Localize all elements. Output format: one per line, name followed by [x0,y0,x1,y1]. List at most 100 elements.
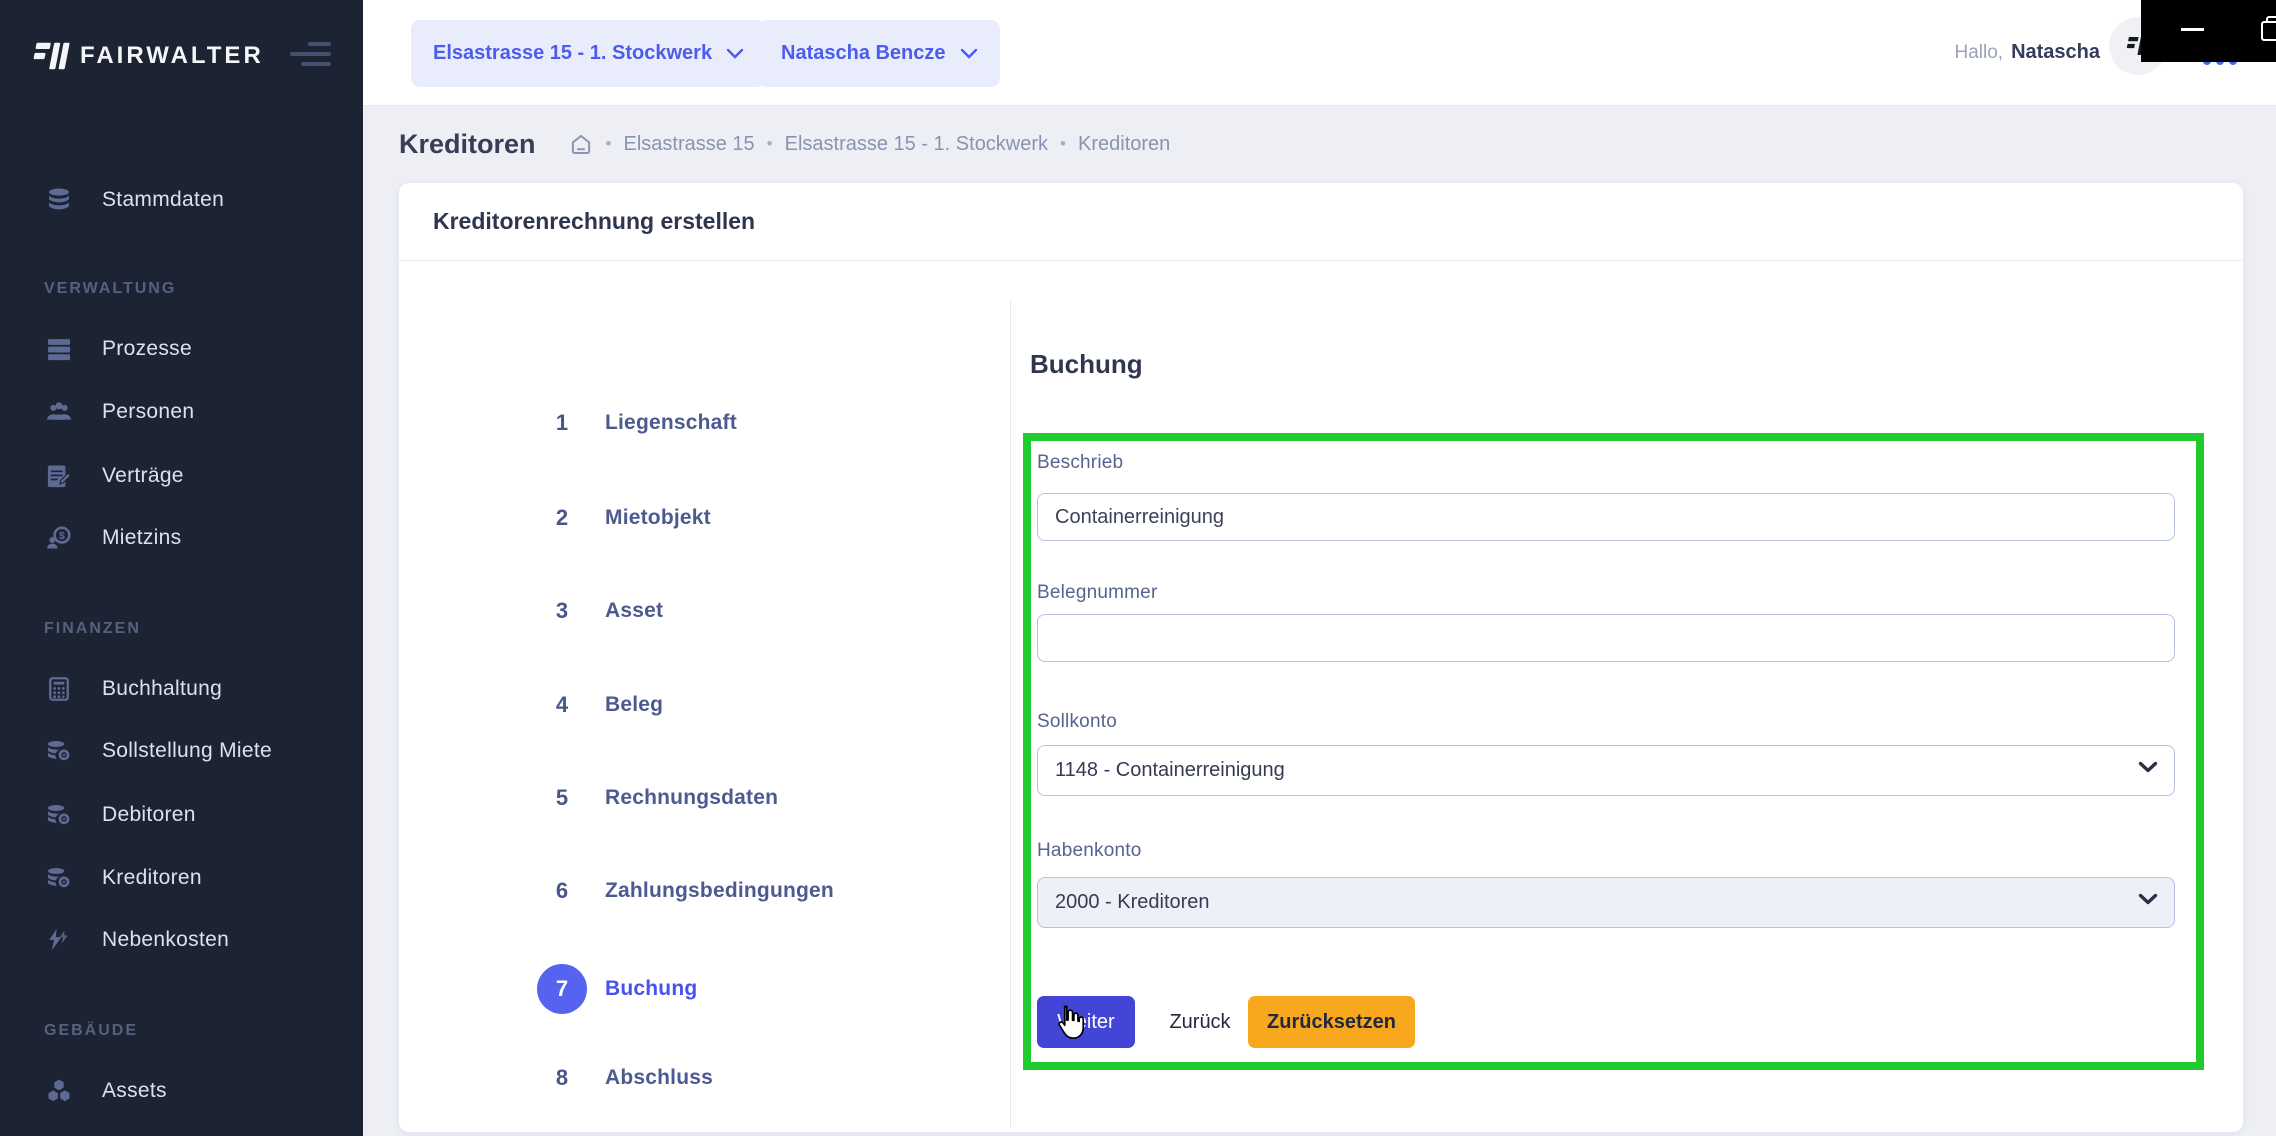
breadcrumb-separator: • [605,134,612,153]
sidebar-item-prozesse[interactable]: Prozesse [0,330,363,368]
fairwalter-logo-icon [33,42,70,70]
breadcrumb: Kreditoren • Elsastrasse 15 • Elsastrass… [399,118,1170,170]
copy-window-icon[interactable] [2260,16,2276,42]
sidebar-item-label: Assets [102,1079,167,1102]
bolt-icon [49,928,68,951]
card-header: Kreditorenrechnung erstellen [399,183,2243,261]
habenkonto-label: Habenkonto [1037,840,1142,861]
sidebar-item-label: Nebenkosten [102,928,230,951]
sidebar-item-vertraege[interactable]: Verträge [0,457,363,495]
step-number: 8 [555,1065,569,1090]
step-2-mietobjekt[interactable]: 2 Mietobjekt [537,505,711,531]
svg-text:$: $ [59,530,65,542]
habenkonto-select[interactable]: 2000 - Kreditoren [1037,877,2175,928]
sidebar-collapse-icon[interactable] [290,42,331,68]
database-icon [49,188,69,210]
sidebar-item-nebenkosten[interactable]: Nebenkosten [0,921,363,959]
step-label: Zahlungsbedingungen [605,879,834,902]
step-number: 7 [537,964,587,1014]
sidebar-item-label: Verträge [102,464,184,487]
sidebar-item-label: Kreditoren [102,866,202,889]
step-5-rechnungsdaten[interactable]: 5 Rechnungsdaten [537,785,778,811]
contract-icon [47,465,72,488]
step-8-abschluss[interactable]: 8 Abschluss [537,1065,713,1091]
form-heading: Buchung [1030,349,1143,379]
sollkonto-select[interactable]: 1148 - Containerreinigung [1037,745,2175,796]
step-label: Buchung [605,977,698,1000]
beschrieb-input[interactable] [1037,493,2175,541]
zuruecksetzen-button[interactable]: Zurücksetzen [1248,996,1415,1048]
chevron-down-icon [2138,893,2158,905]
breadcrumb-link[interactable]: Kreditoren [1078,133,1170,156]
coins-icon [47,867,70,888]
breadcrumb-separator: • [766,134,773,153]
rent-coin-icon: $ [47,526,71,549]
step-7-buchung[interactable]: 7 Buchung [537,964,697,1014]
step-6-zahlungsbedingungen[interactable]: 6 Zahlungsbedingungen [537,878,834,904]
step-label: Liegenschaft [605,411,737,434]
step-number: 5 [555,785,569,810]
greeting: Hallo, Natascha [1954,0,2100,105]
minimize-icon[interactable] [2181,28,2204,31]
app-window: FAIRWALTER Stammdaten VERWALTUNG Prozess… [0,0,2276,1136]
step-label: Beleg [605,693,664,716]
sidebar-section-verwaltung: VERWALTUNG [44,280,177,297]
sidebar-section-finanzen: FINANZEN [44,620,141,637]
chevron-down-icon [960,48,977,59]
property-selector-label: Elsastrasse 15 - 1. Stockwerk [433,42,713,64]
weiter-button[interactable]: Weiter [1037,996,1135,1048]
step-3-asset[interactable]: 3 Asset [537,598,663,624]
page-title: Kreditoren [399,128,536,159]
chevron-down-icon [726,48,744,59]
step-label: Abschluss [605,1066,713,1089]
sidebar-item-debitoren[interactable]: Debitoren [0,796,363,834]
sidebar-item-stammdaten[interactable]: Stammdaten [0,181,363,219]
habenkonto-value: 2000 - Kreditoren [1055,891,1210,913]
step-1-liegenschaft[interactable]: 1 Liegenschaft [537,410,737,436]
coins-icon [47,804,70,825]
people-icon [47,402,71,420]
sidebar-item-buchhaltung[interactable]: Buchhaltung [0,670,363,708]
sollkonto-value: 1148 - Containerreinigung [1055,759,1285,781]
step-4-beleg[interactable]: 4 Beleg [537,692,663,718]
property-selector-dropdown[interactable]: Elsastrasse 15 - 1. Stockwerk [411,20,767,87]
sidebar-item-sollstellung-miete[interactable]: Sollstellung Miete [0,732,363,770]
sidebar-item-label: Mietzins [102,526,182,549]
brand-name: FAIRWALTER [80,42,264,69]
zurueck-button[interactable]: Zurück [1155,996,1245,1048]
step-label: Mietobjekt [605,506,711,529]
process-list-icon [47,339,71,361]
person-selector-dropdown[interactable]: Natascha Bencze [759,20,1000,87]
beschrieb-label: Beschrieb [1037,452,1124,473]
column-divider [1010,300,1011,1128]
chevron-down-icon [2138,761,2158,773]
step-number: 1 [555,410,569,435]
sidebar-item-kreditoren[interactable]: Kreditoren [0,859,363,897]
capture-overlay [2141,0,2276,62]
breadcrumb-link[interactable]: Elsastrasse 15 - 1. Stockwerk [785,133,1048,156]
sidebar-item-personen[interactable]: Personen [0,393,363,431]
breadcrumb-link[interactable]: Elsastrasse 15 [623,133,754,156]
step-number: 6 [555,878,569,903]
sidebar-item-assets[interactable]: Assets [0,1072,363,1110]
wizard-card: Kreditorenrechnung erstellen 1 Liegensch… [399,183,2243,1132]
breadcrumb-separator: • [1060,134,1066,153]
home-icon[interactable] [568,131,594,157]
step-label: Asset [605,599,664,622]
greeting-prefix: Hallo, [1954,41,2004,63]
greeting-name: Natascha [2011,41,2100,63]
sidebar-item-label: Sollstellung Miete [102,739,272,762]
coins-icon [47,740,70,761]
belegnummer-input[interactable] [1037,614,2175,662]
sollkonto-label: Sollkonto [1037,711,1117,732]
card-title: Kreditorenrechnung erstellen [433,208,756,234]
sidebar-item-label: Debitoren [102,803,196,826]
sidebar-item-label: Prozesse [102,337,192,360]
sidebar: FAIRWALTER Stammdaten VERWALTUNG Prozess… [0,0,363,1136]
sidebar-section-gebaeude: GEBÄUDE [44,1022,139,1039]
step-number: 4 [555,692,569,717]
sidebar-item-label: Stammdaten [102,188,225,211]
step-label: Rechnungsdaten [605,786,779,809]
step-number: 3 [555,598,569,623]
sidebar-item-mietzins[interactable]: $ Mietzins [0,519,363,557]
